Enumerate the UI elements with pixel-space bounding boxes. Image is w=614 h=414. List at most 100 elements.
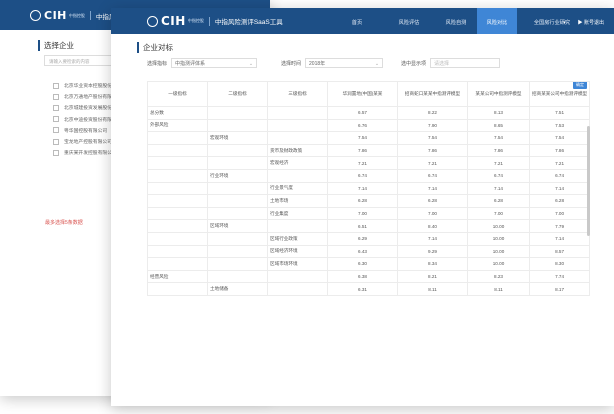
- score-cell: 7.00: [397, 206, 468, 221]
- score-cell: 7.14: [327, 181, 398, 196]
- score-cell: 7.00: [467, 206, 530, 221]
- score-cell: 7.74: [528, 269, 591, 284]
- indicator-cell: [147, 257, 208, 271]
- enterprise-filter-label: 选中显示项: [401, 60, 427, 67]
- score-cell: 7.21: [327, 156, 398, 170]
- score-cell: 6.28: [397, 194, 468, 208]
- score-cell: 7.14: [397, 231, 468, 246]
- score-cell: 6.74: [528, 168, 591, 183]
- score-cell: 7.79: [528, 219, 591, 233]
- table-row: 土地储备 6.31 8.11 8.11 8.17: [147, 282, 591, 296]
- score-cell: 10.00: [467, 231, 530, 246]
- company-name: 重庆某开发控股有限公司: [64, 151, 117, 157]
- checkbox[interactable]: [53, 138, 59, 145]
- checkbox[interactable]: [53, 93, 59, 100]
- column-header: 某某公司中指测评模型: [467, 81, 530, 107]
- score-cell: 7.14: [397, 181, 468, 196]
- score-cell: 8.11: [467, 282, 530, 296]
- benchmark-window: CIH 中指控股 中指风险测评SaaS工具 首页 风险评估 风险自测 风险对比 全国房行…: [111, 8, 614, 406]
- indicator-cell: [207, 156, 268, 170]
- score-cell: 6.74: [327, 168, 398, 183]
- period-select-value: 2018年: [309, 61, 326, 67]
- indicator-cell: [267, 106, 328, 120]
- indicator-cell: [267, 168, 328, 183]
- indicator-cell: 宏观经济: [267, 156, 328, 170]
- logo-subtitle: 中指控股: [68, 12, 85, 18]
- score-cell: 8.34: [397, 257, 468, 271]
- indicator-cell: [207, 143, 268, 158]
- period-select[interactable]: 2018年 ⌄: [305, 58, 384, 68]
- benchmark-table: 一级指标 二级指标 三级指标 华润置地(中国)某某 招商蛇口某某中指测评模型 某某公司中指…: [147, 81, 591, 296]
- indicator-cell: 宏观环境: [207, 131, 268, 145]
- company-name: 粤华国控股有限公司: [64, 128, 108, 134]
- checkbox[interactable]: [53, 127, 59, 134]
- user-menu-icon[interactable]: ▾: [563, 8, 566, 34]
- nav-item[interactable]: 风险自测: [435, 8, 477, 34]
- indicator-cell: 外部风险: [147, 118, 208, 133]
- logo-mark-icon: [147, 15, 158, 27]
- logo-subtitle: 中指控股: [187, 18, 204, 23]
- nav-item[interactable]: 首页: [331, 8, 383, 34]
- nav-item[interactable]: 风险评估: [383, 8, 435, 34]
- section-title: 选择企业: [38, 40, 74, 51]
- user-area: ▾ ▶ 账号退出: [563, 8, 604, 34]
- score-cell: 7.54: [397, 131, 468, 145]
- table-row: 总分数 6.57 8.22 8.13 7.51: [147, 106, 591, 120]
- checkbox[interactable]: [53, 149, 59, 156]
- nav-item[interactable]: 风险对比: [477, 8, 517, 34]
- index-filter-label: 选择指标: [147, 60, 168, 67]
- score-cell: 6.28: [528, 194, 591, 208]
- score-cell: 7.00: [327, 206, 398, 221]
- score-cell: 6.74: [397, 168, 468, 183]
- indicator-cell: [267, 118, 328, 133]
- index-select-value: 中指测评体系: [175, 61, 206, 67]
- indicator-cell: [147, 219, 208, 233]
- indicator-cell: [147, 168, 208, 183]
- score-cell: 6.76: [327, 118, 398, 133]
- enterprise-select[interactable]: 请选择: [430, 58, 501, 68]
- indicator-cell: 经营风险: [147, 269, 208, 284]
- indicator-cell: [207, 244, 268, 259]
- checkbox[interactable]: [53, 104, 59, 111]
- index-select[interactable]: 中指测评体系 ⌄: [171, 58, 258, 68]
- indicator-cell: 土地市场: [267, 194, 328, 208]
- indicator-cell: 行业环境: [207, 168, 268, 183]
- period-filter-label: 选择时间: [281, 60, 302, 67]
- chevron-down-icon: ⌄: [248, 61, 254, 67]
- logout-button[interactable]: ▶ 账号退出: [578, 8, 604, 34]
- score-cell: 6.74: [467, 168, 530, 183]
- checkbox[interactable]: [53, 116, 59, 123]
- score-cell: 6.31: [327, 282, 398, 296]
- table-scrollbar[interactable]: [587, 126, 590, 236]
- checkbox[interactable]: [53, 82, 59, 89]
- indicator-cell: 区域环境: [207, 219, 268, 233]
- score-cell: 8.30: [528, 257, 591, 271]
- indicator-cell: [207, 269, 268, 284]
- score-cell: 10.00: [467, 257, 530, 271]
- score-cell: 6.29: [327, 231, 398, 246]
- score-cell: 7.86: [397, 143, 468, 158]
- score-cell: 8.65: [467, 118, 530, 133]
- indicator-cell: 区域经济环境: [267, 244, 328, 259]
- score-cell: 10.00: [467, 219, 530, 233]
- column-header: 一级指标: [147, 81, 208, 107]
- table-row: 区域环境 6.51 8.40 10.00 7.79: [147, 219, 591, 233]
- indicator-cell: [267, 282, 328, 296]
- indicator-cell: [147, 143, 208, 158]
- period-filter: 选择时间 2018年 ⌄: [281, 58, 384, 68]
- table-body: 总分数 6.57 8.22 8.13 7.51 外部风险 6.76 7.90 8.65 7.53 宏…: [147, 106, 591, 296]
- indicator-cell: 行业集度: [267, 206, 328, 221]
- score-cell: 7.86: [528, 143, 591, 158]
- app-name: 中指风险测评SaaS工具: [214, 19, 283, 26]
- table-header-row: 一级指标 二级指标 三级指标 华润置地(中国)某某 招商蛇口某某中指测评模型 某某公司中指…: [147, 81, 591, 107]
- score-cell: 7.21: [528, 156, 591, 170]
- indicator-cell: [147, 244, 208, 259]
- indicator-cell: [267, 131, 328, 145]
- indicator-cell: 货币及财政政策: [267, 143, 328, 158]
- indicator-cell: [207, 206, 268, 221]
- logo-mark-icon: [30, 10, 41, 21]
- indicator-cell: [207, 194, 268, 208]
- indicator-cell: [207, 106, 268, 120]
- score-cell: 7.14: [528, 231, 591, 246]
- score-cell: 8.57: [528, 244, 591, 259]
